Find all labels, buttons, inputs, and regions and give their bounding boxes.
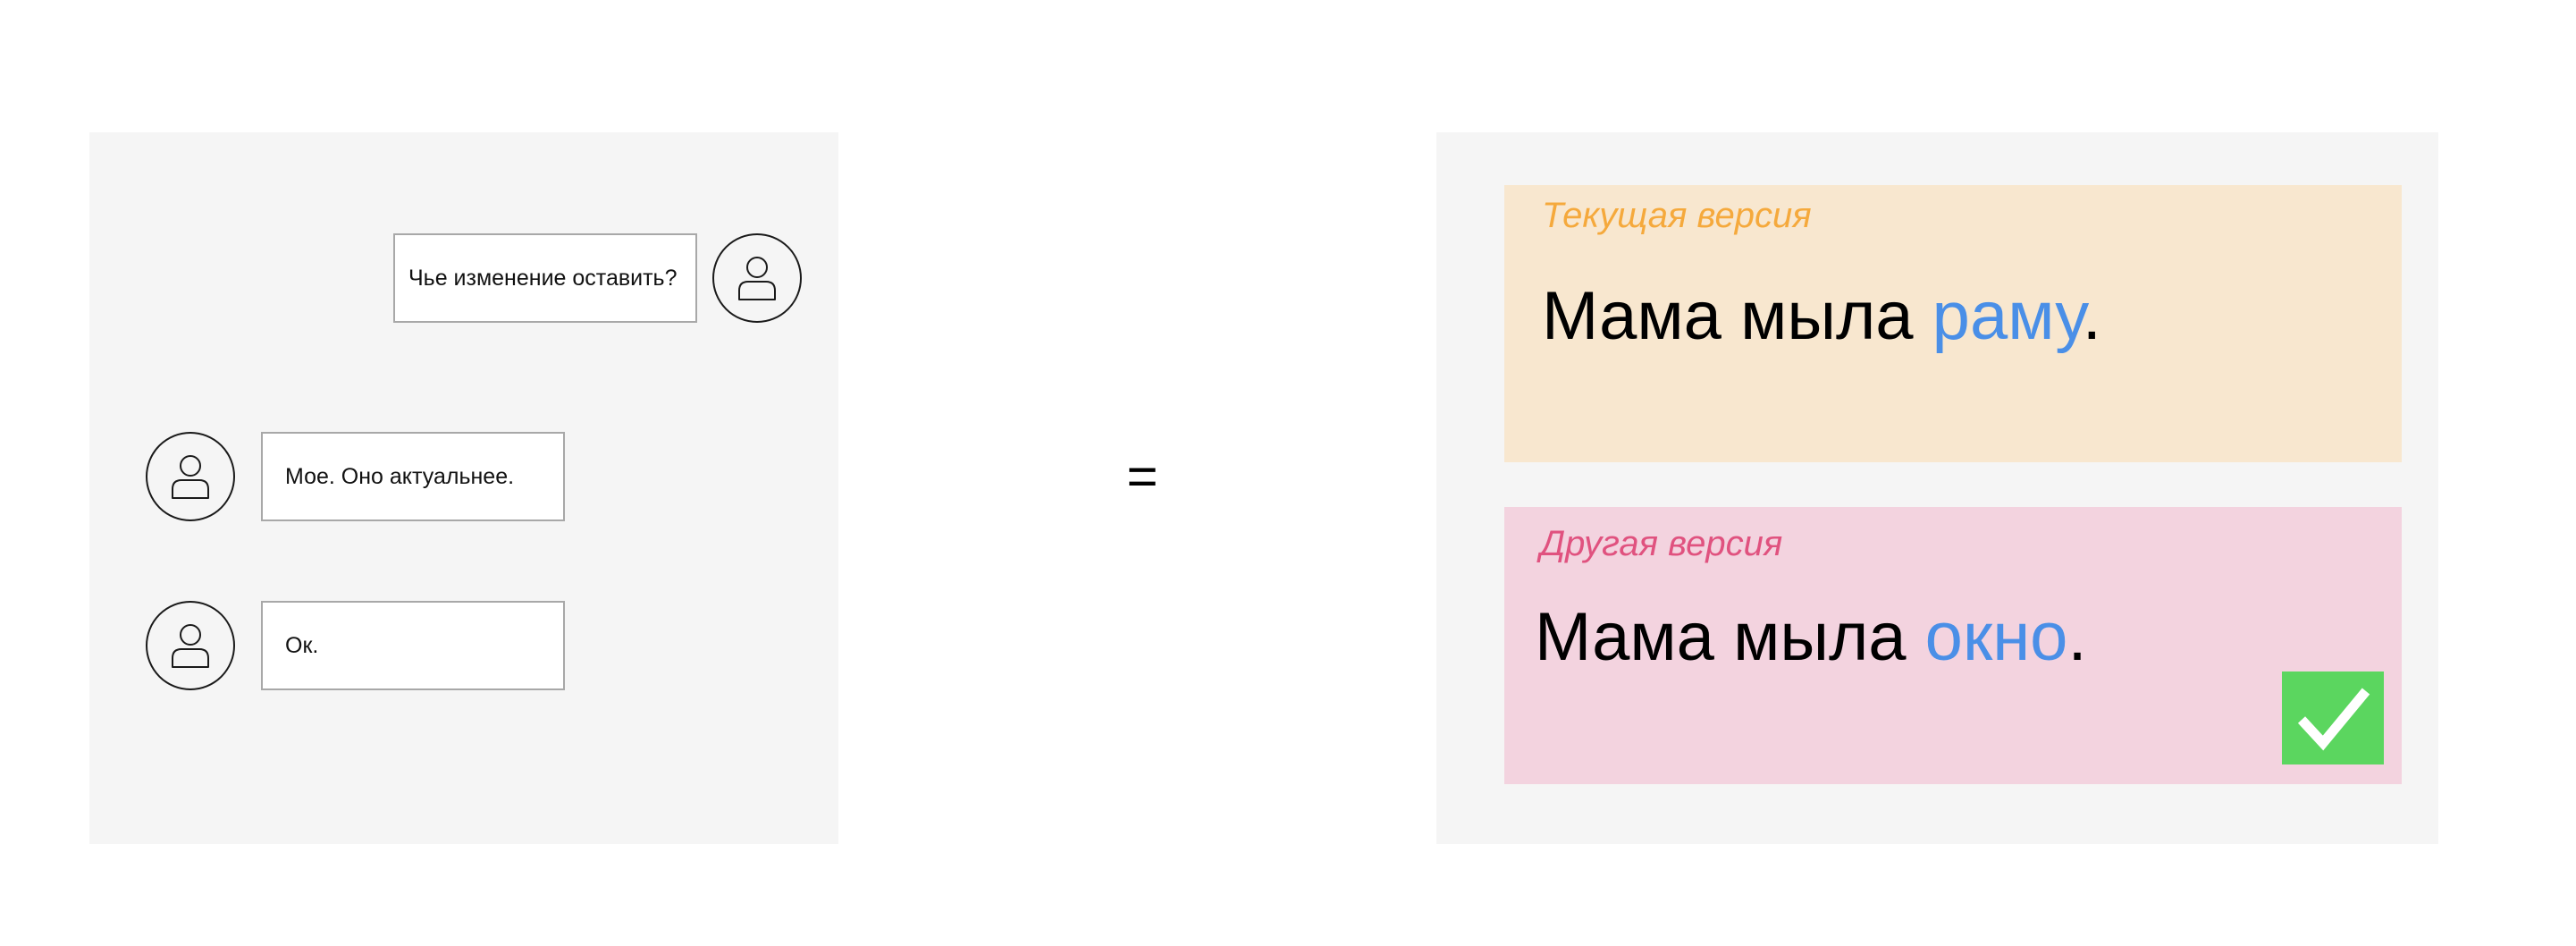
user-icon <box>172 624 209 668</box>
chat-bubble-ok: Ок. <box>261 601 565 690</box>
version-text-prefix: Мама мыла <box>1535 599 1925 675</box>
version-text-prefix: Мама мыла <box>1542 278 1932 354</box>
equals-sign: = <box>1126 446 1158 506</box>
other-version-text: Мама мыла окно. <box>1535 598 2087 676</box>
version-text-changed-word: раму <box>1932 278 2083 354</box>
user-icon <box>172 455 209 499</box>
version-text-suffix: . <box>2082 278 2101 354</box>
avatar <box>712 233 802 323</box>
selected-version-checkmark[interactable] <box>2282 671 2384 764</box>
chat-bubble-question: Чье изменение оставить? <box>393 233 697 323</box>
checkmark-icon <box>2297 688 2370 751</box>
avatar <box>146 601 235 690</box>
chat-message-text: Чье изменение оставить? <box>408 265 678 291</box>
current-version-card: Текущая версия Мама мыла раму. <box>1504 185 2402 462</box>
avatar <box>146 432 235 521</box>
chat-message-text: Мое. Оно актуальнее. <box>285 463 515 489</box>
current-version-label: Текущая версия <box>1542 196 1812 235</box>
other-version-label: Другая версия <box>1540 524 1783 563</box>
user-icon <box>738 257 776 300</box>
chat-message-text: Ок. <box>285 632 319 658</box>
version-text-suffix: . <box>2067 599 2087 675</box>
current-version-text: Мама мыла раму. <box>1542 277 2101 355</box>
other-version-card: Другая версия Мама мыла окно. <box>1504 507 2402 784</box>
chat-bubble-reply: Мое. Оно актуальнее. <box>261 432 565 521</box>
version-text-changed-word: окно <box>1924 599 2068 675</box>
